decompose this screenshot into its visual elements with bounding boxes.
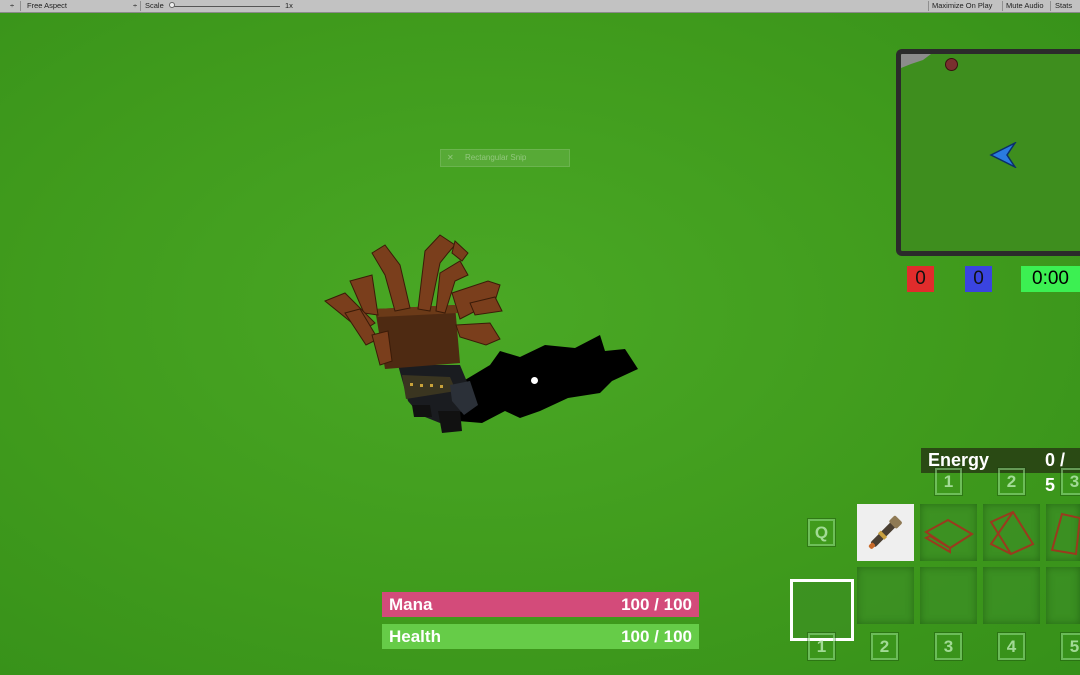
character-boot <box>438 411 462 433</box>
maximize-on-play-toggle[interactable]: Maximize On Play <box>932 0 992 12</box>
health-bar: Health 100 / 100 <box>382 624 699 649</box>
blue-team-score: 0 <box>965 266 992 292</box>
inventory-slot-4[interactable] <box>983 567 1040 624</box>
toolbar-divider <box>140 1 141 11</box>
inventory-key-4[interactable]: 4 <box>997 632 1026 661</box>
aspect-dropdown[interactable]: Free Aspect <box>27 0 67 12</box>
wire-ramp-icon <box>1050 512 1080 556</box>
wire-square-icon <box>923 518 974 554</box>
scale-slider-thumb[interactable] <box>169 2 175 8</box>
ability-key-2[interactable]: 2 <box>997 467 1026 496</box>
inventory-key-5[interactable]: 5 <box>1060 632 1080 661</box>
scale-slider-track[interactable] <box>172 6 280 7</box>
q-key[interactable]: Q <box>807 518 836 547</box>
ramp-build-slot[interactable] <box>1046 504 1080 561</box>
match-timer: 0:00 <box>1021 266 1080 292</box>
inventory-slot-2[interactable] <box>857 567 914 624</box>
blue-arrow-icon <box>989 142 1017 168</box>
health-label: Health <box>389 627 441 646</box>
mana-value: 100 / 100 <box>621 595 692 614</box>
red-dot-icon <box>945 58 958 71</box>
minimap <box>896 49 1080 256</box>
minimap-corner-rock <box>901 54 931 68</box>
health-value: 100 / 100 <box>621 627 692 646</box>
ability-key-1[interactable]: 1 <box>934 467 963 496</box>
crosshair <box>531 377 538 384</box>
character-hand <box>412 405 432 417</box>
inventory-key-2[interactable]: 2 <box>870 632 899 661</box>
floor-build-slot[interactable] <box>920 504 977 561</box>
toolbar-divider <box>1050 1 1051 11</box>
inventory-slot-3[interactable] <box>920 567 977 624</box>
toolbar-divider <box>1002 1 1003 11</box>
mana-label: Mana <box>389 595 433 614</box>
inventory-key-3[interactable]: 3 <box>934 632 963 661</box>
stats-toggle[interactable]: Stats <box>1055 0 1072 12</box>
wand-icon <box>868 515 902 549</box>
ability-key-3[interactable]: 3 <box>1060 467 1080 496</box>
scale-label: Scale <box>145 1 164 10</box>
scale-value: 1x <box>285 1 293 10</box>
toolbar-divider <box>20 1 21 11</box>
inventory-key-1[interactable]: 1 <box>807 632 836 661</box>
wand-slot[interactable] <box>857 504 914 561</box>
game-viewport[interactable]: ✕ Rectangular Snip 0 0 0:00 Energy 0 / 5… <box>0 13 1080 675</box>
wall-build-slot[interactable] <box>983 504 1040 561</box>
toolbar-divider <box>928 1 929 11</box>
editor-toolbar: ÷ Free Aspect ÷ Scale 1x Maximize On Pla… <box>0 0 1080 13</box>
red-team-score: 0 <box>907 266 934 292</box>
mute-audio-toggle[interactable]: Mute Audio <box>1006 0 1044 12</box>
mana-bar: Mana 100 / 100 <box>382 592 699 617</box>
aspect-dropdown-arrow-icon[interactable]: ÷ <box>133 0 137 12</box>
display-dropdown-icon[interactable]: ÷ <box>10 0 14 12</box>
inventory-slot-5[interactable] <box>1046 567 1080 624</box>
wire-wall-icon <box>989 510 1035 556</box>
character-shadow <box>445 335 638 423</box>
inventory-slot-1-selected[interactable] <box>790 579 854 641</box>
